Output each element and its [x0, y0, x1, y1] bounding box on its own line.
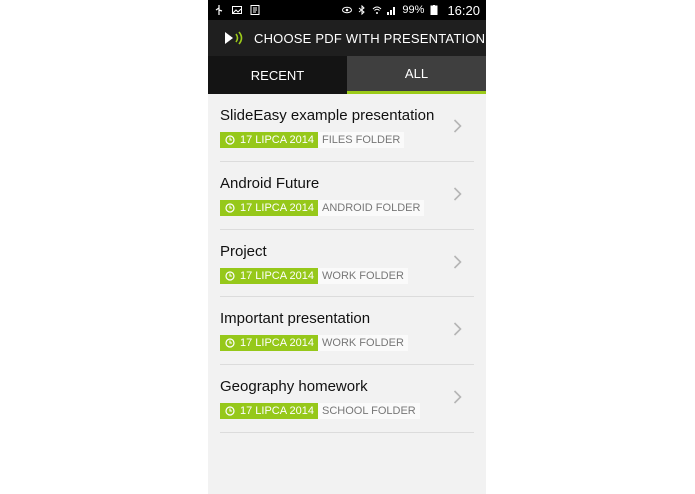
- file-meta: 17 LIPCA 2014 WORK FOLDER: [220, 335, 408, 352]
- bluetooth-icon: [359, 5, 366, 15]
- chevron-right-icon: [453, 390, 462, 404]
- folder-label: SCHOOL FOLDER: [318, 403, 420, 420]
- eye-icon: [342, 6, 353, 14]
- date-badge: 17 LIPCA 2014: [220, 132, 319, 148]
- folder-label: WORK FOLDER: [318, 335, 408, 352]
- folder-label: ANDROID FOLDER: [318, 199, 425, 216]
- date-badge: 17 LIPCA 2014: [220, 335, 319, 352]
- file-date: 17 LIPCA 2014: [240, 201, 315, 214]
- tab-bar: RECENT ALL: [208, 56, 486, 94]
- date-badge: 17 LIPCA 2014: [220, 199, 319, 216]
- file-list: SlideEasy example presentation 17 LIPCA …: [208, 94, 486, 433]
- date-badge: 17 LIPCA 2014: [220, 267, 319, 284]
- date-badge: 17 LIPCA 2014: [220, 403, 319, 420]
- wifi-icon: [373, 6, 382, 14]
- file-title: Important presentation: [220, 310, 371, 328]
- list-item[interactable]: Important presentation 17 LIPCA 2014 WOR…: [220, 297, 474, 366]
- file-meta: 17 LIPCA 2014 WORK FOLDER: [220, 267, 408, 284]
- file-date: 17 LIPCA 2014: [240, 405, 315, 418]
- file-title: Geography homework: [220, 378, 368, 396]
- file-meta: 17 LIPCA 2014 ANDROID FOLDER: [220, 199, 425, 216]
- file-meta: 17 LIPCA 2014 SCHOOL FOLDER: [220, 403, 420, 420]
- list-item[interactable]: SlideEasy example presentation 17 LIPCA …: [220, 94, 474, 162]
- list-item[interactable]: Android Future 17 LIPCA 2014 ANDROID FOL…: [220, 162, 474, 230]
- document-icon: [250, 5, 260, 15]
- signal-icon: [387, 7, 396, 15]
- clock-icon: [225, 135, 235, 145]
- usb-icon: [215, 5, 223, 15]
- list-item[interactable]: Project 17 LIPCA 2014 WORK FOLDER: [220, 230, 474, 298]
- clock-icon: [225, 338, 235, 348]
- chevron-right-icon: [453, 187, 462, 201]
- battery-percent: 99%: [402, 4, 425, 16]
- chevron-right-icon: [453, 255, 462, 269]
- clock-icon: [225, 406, 235, 416]
- clock-time: 16:20: [447, 2, 480, 18]
- file-title: Project: [220, 242, 267, 260]
- chevron-right-icon: [453, 119, 462, 133]
- file-date: 17 LIPCA 2014: [240, 134, 315, 146]
- list-item[interactable]: Geography homework 17 LIPCA 2014 SCHOOL …: [220, 365, 474, 433]
- tab-recent[interactable]: RECENT: [208, 56, 347, 94]
- clock-icon: [225, 203, 235, 213]
- status-bar: 99% 16:20: [208, 0, 486, 20]
- file-date: 17 LIPCA 2014: [240, 269, 315, 282]
- file-date: 17 LIPCA 2014: [240, 337, 315, 350]
- presentation-logo-icon: [225, 31, 243, 45]
- image-icon: [232, 6, 242, 14]
- page-title: CHOOSE PDF WITH PRESENTATION: [254, 30, 486, 46]
- folder-label: WORK FOLDER: [318, 267, 408, 284]
- app-header: CHOOSE PDF WITH PRESENTATION: [208, 20, 486, 56]
- file-meta: 17 LIPCA 2014 FILES FOLDER: [220, 132, 405, 148]
- battery-icon: [430, 5, 438, 15]
- file-title: SlideEasy example presentation: [220, 107, 435, 124]
- phone-screen: 99% 16:20 CHOOSE PDF WITH PRESENTATION R…: [208, 0, 486, 494]
- file-title: Android Future: [220, 174, 320, 192]
- clock-icon: [225, 270, 235, 281]
- folder-label: FILES FOLDER: [318, 132, 405, 148]
- chevron-right-icon: [453, 322, 462, 336]
- tab-all[interactable]: ALL: [347, 56, 486, 94]
